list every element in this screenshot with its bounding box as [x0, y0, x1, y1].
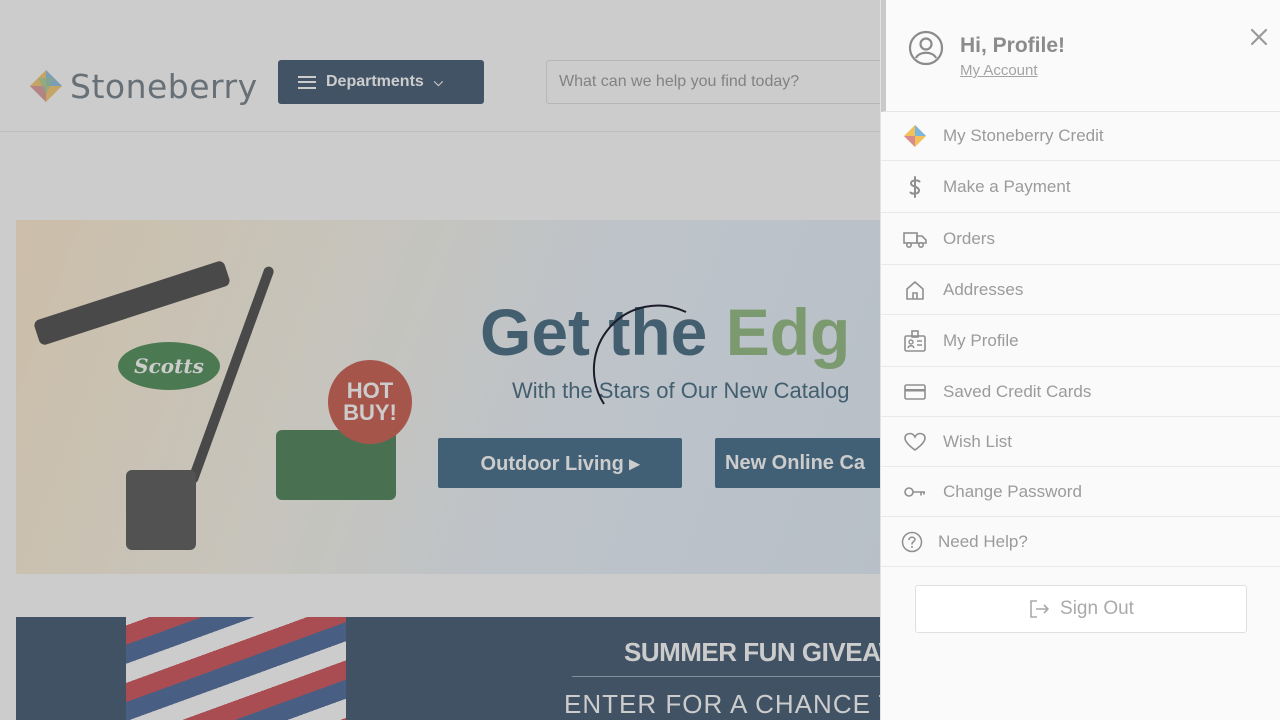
- menu-item-stoneberry-credit[interactable]: My Stoneberry Credit: [881, 112, 1280, 161]
- drawer-header: Hi, Profile! My Account: [881, 0, 1280, 112]
- account-drawer: Hi, Profile! My Account My Stoneberry Cr…: [880, 0, 1280, 720]
- stoneberry-logo-icon: [904, 125, 926, 147]
- close-icon[interactable]: [1248, 26, 1270, 48]
- credit-card-icon: [904, 383, 926, 400]
- heart-icon: [904, 432, 926, 451]
- menu-item-make-payment[interactable]: Make a Payment: [881, 161, 1280, 213]
- menu-item-orders[interactable]: Orders: [881, 213, 1280, 265]
- menu-item-label: Change Password: [943, 481, 1082, 501]
- sign-out-button[interactable]: Sign Out: [915, 585, 1247, 633]
- menu-item-label: Orders: [943, 228, 995, 248]
- menu-item-label: Saved Credit Cards: [943, 381, 1092, 401]
- menu-item-saved-credit-cards[interactable]: Saved Credit Cards: [881, 367, 1280, 417]
- my-account-link[interactable]: My Account: [960, 62, 1038, 79]
- account-menu: My Stoneberry Credit Make a Payment Orde…: [881, 112, 1280, 567]
- id-badge-icon: [904, 329, 926, 352]
- menu-item-label: Addresses: [943, 279, 1024, 299]
- question-circle-icon: [901, 531, 923, 552]
- menu-item-label: Make a Payment: [943, 176, 1071, 196]
- home-icon: [906, 280, 924, 300]
- sign-out-label: Sign Out: [1060, 598, 1134, 619]
- loading-spinner-icon: [592, 304, 687, 405]
- greeting-text: Hi, Profile!: [960, 34, 1066, 57]
- menu-item-label: Need Help?: [938, 531, 1028, 551]
- dollar-icon: [909, 175, 921, 198]
- truck-icon: [903, 231, 927, 248]
- menu-item-need-help[interactable]: Need Help?: [881, 517, 1280, 567]
- menu-item-label: My Stoneberry Credit: [943, 126, 1104, 145]
- menu-item-my-profile[interactable]: My Profile: [881, 315, 1280, 367]
- sign-out-icon: [1030, 600, 1049, 618]
- user-circle-icon: [908, 30, 944, 66]
- menu-item-wish-list[interactable]: Wish List: [881, 417, 1280, 467]
- key-icon: [904, 486, 925, 497]
- menu-item-label: Wish List: [943, 431, 1012, 451]
- menu-item-addresses[interactable]: Addresses: [881, 265, 1280, 315]
- menu-item-change-password[interactable]: Change Password: [881, 467, 1280, 517]
- menu-item-label: My Profile: [943, 330, 1019, 350]
